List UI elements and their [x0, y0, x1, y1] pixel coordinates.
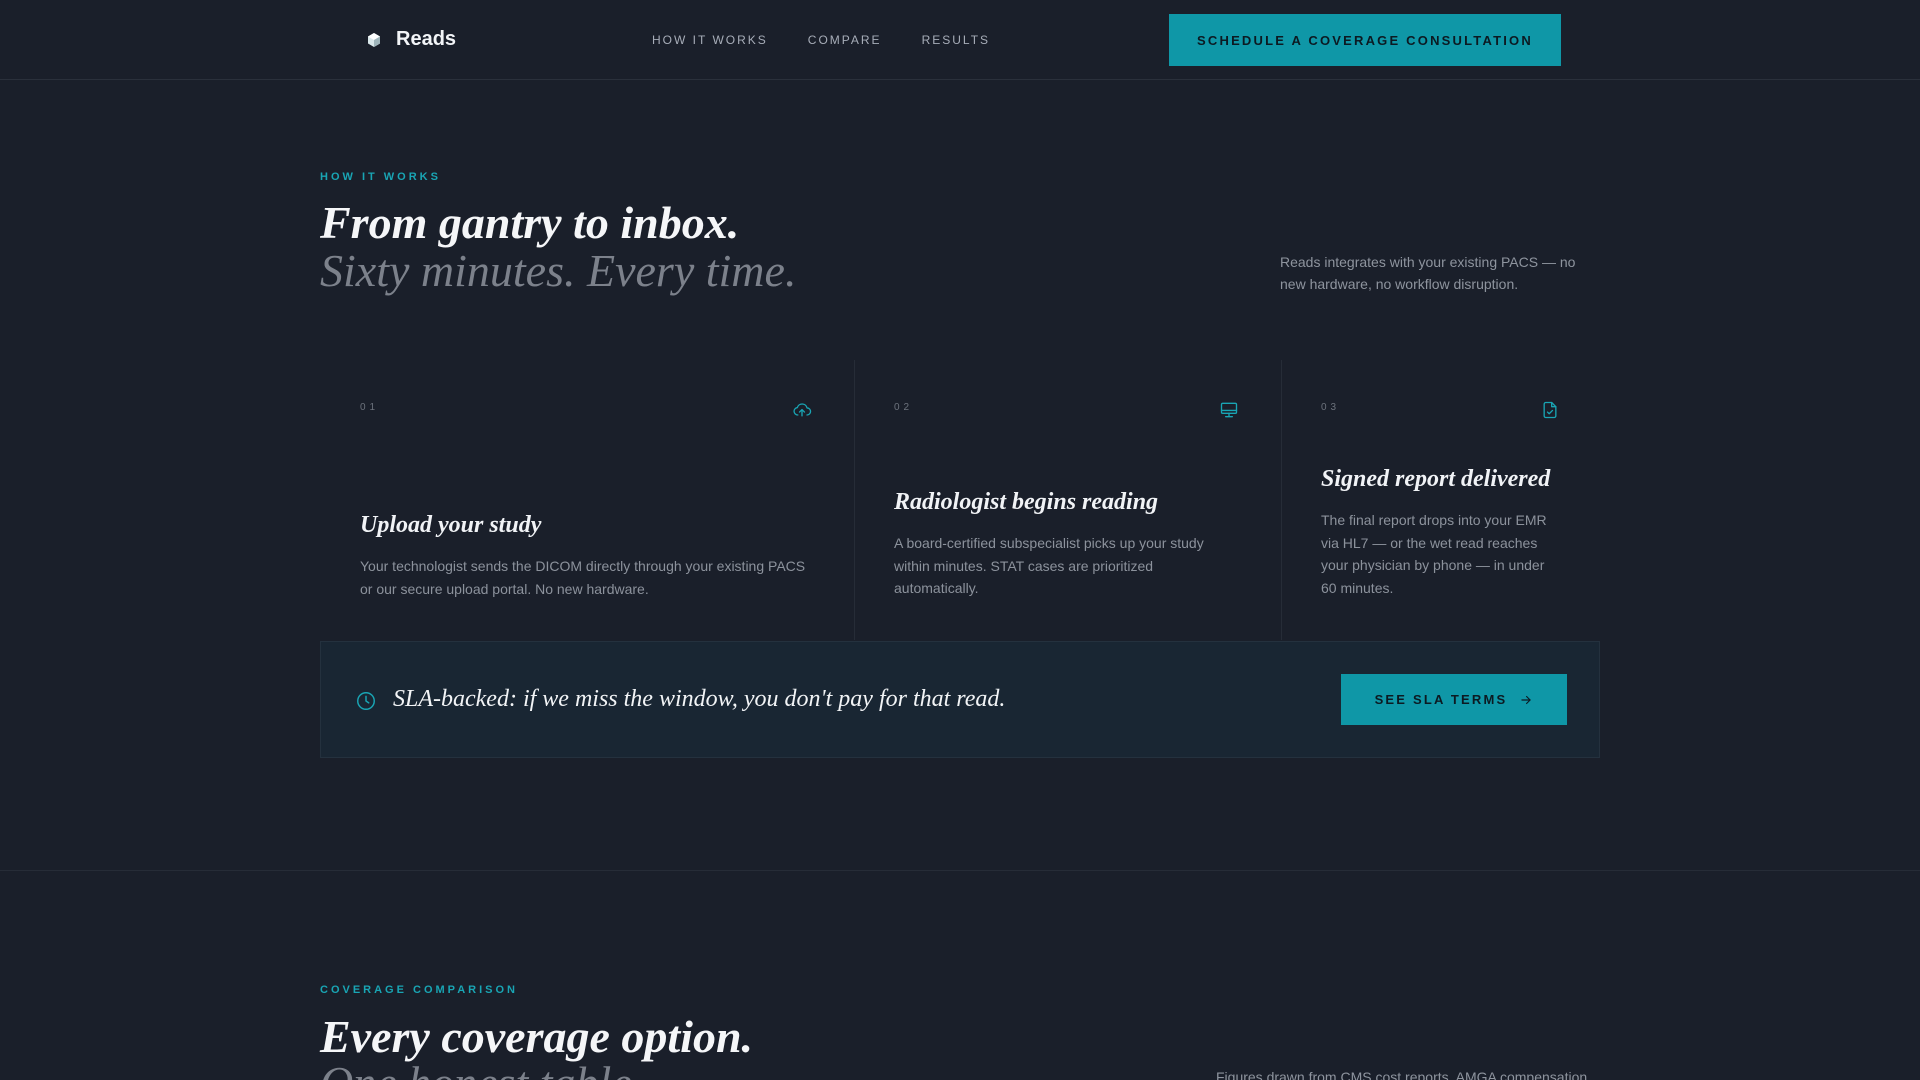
brand-name: Reads [396, 28, 457, 50]
how-it-works-side-note: Reads integrates with your existing PACS… [1280, 254, 1576, 292]
step-card: 03 Signed report delivered The final rep… [1281, 360, 1600, 640]
cloud-upload-icon [793, 403, 812, 417]
step-title: Signed report delivered [1321, 466, 1551, 492]
coverage-eyebrow: COVERAGE COMPARISON [320, 984, 518, 996]
nav-how-it-works[interactable]: HOW IT WORKS [652, 33, 768, 47]
brand-logo-icon [368, 32, 380, 47]
step-card: 02 Radiologist begins reading A board-ce… [854, 360, 1281, 640]
nav-results[interactable]: RESULTS [922, 33, 990, 47]
section-divider [0, 870, 1920, 871]
sla-banner: SLA-backed: if we miss the window, you d… [320, 641, 1600, 758]
step-card: 01 Upload your study Your technologist s… [320, 360, 854, 640]
step-description: A board-certified subspecialist picks up… [894, 535, 1204, 596]
clock-icon [357, 692, 375, 710]
step-number: 03 [1321, 402, 1341, 413]
steps-row: 01 Upload your study Your technologist s… [320, 360, 1600, 640]
coverage-headline: Every coverage option. [320, 1011, 754, 1062]
step-title: Upload your study [360, 512, 542, 538]
how-it-works-subheadline: Sixty minutes. Every time. [320, 245, 797, 296]
step-title: Radiologist begins reading [894, 489, 1159, 515]
coverage-subheadline: One honest table. [320, 1059, 643, 1080]
monitor-icon [1220, 402, 1238, 418]
schedule-consultation-button[interactable]: SCHEDULE A COVERAGE CONSULTATION [1169, 14, 1561, 66]
sla-button-label: SEE SLA TERMS [1374, 692, 1508, 707]
see-sla-terms-button[interactable]: SEE SLA TERMS [1341, 674, 1567, 725]
file-check-icon [1543, 401, 1557, 419]
step-description: Your technologist sends the DICOM direct… [360, 558, 806, 597]
main-nav: HOW IT WORKS COMPARE RESULTS [652, 33, 990, 47]
step-description: The final report drops into your EMR via… [1321, 512, 1547, 596]
arrow-right-icon [1521, 695, 1532, 704]
coverage-side-note: Figures drawn from CMS cost reports, AMG… [1216, 1069, 1588, 1080]
site-header: Reads HOW IT WORKS COMPARE RESULTS SCHED… [0, 0, 1920, 80]
how-it-works-eyebrow: HOW IT WORKS [320, 171, 441, 183]
brand[interactable]: Reads [366, 28, 456, 51]
step-number: 02 [894, 402, 914, 413]
nav-compare[interactable]: COMPARE [808, 33, 882, 47]
sla-text: SLA-backed: if we miss the window, you d… [393, 686, 1006, 712]
step-number: 01 [360, 402, 380, 413]
how-it-works-headline: From gantry to inbox. [320, 197, 740, 248]
